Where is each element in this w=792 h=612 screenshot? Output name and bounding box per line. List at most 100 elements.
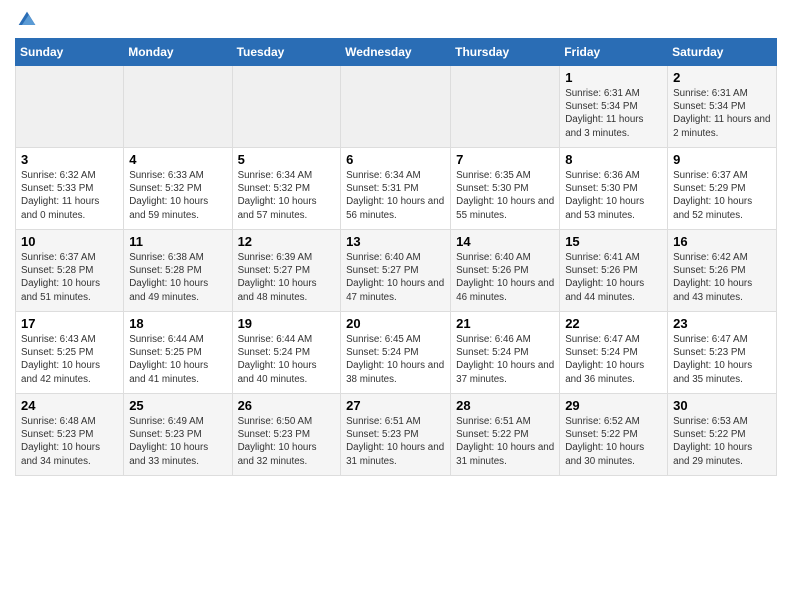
day-info: Sunrise: 6:34 AMSunset: 5:31 PMDaylight:… bbox=[346, 169, 445, 222]
day-info: Sunrise: 6:44 AMSunset: 5:24 PMDaylight:… bbox=[238, 333, 336, 386]
day-number: 5 bbox=[238, 152, 336, 167]
day-info: Sunrise: 6:39 AMSunset: 5:27 PMDaylight:… bbox=[238, 251, 336, 304]
day-info: Sunrise: 6:41 AMSunset: 5:26 PMDaylight:… bbox=[565, 251, 662, 304]
calendar-cell bbox=[451, 66, 560, 148]
day-number: 23 bbox=[673, 316, 771, 331]
calendar-cell bbox=[16, 66, 124, 148]
calendar-cell: 10Sunrise: 6:37 AMSunset: 5:28 PMDayligh… bbox=[16, 230, 124, 312]
calendar-cell: 5 Sunrise: 6:34 AMSunset: 5:32 PMDaylight… bbox=[232, 148, 341, 230]
calendar-week-row: 3 Sunrise: 6:32 AMSunset: 5:33 PMDaylight… bbox=[16, 148, 777, 230]
day-number: 15 bbox=[565, 234, 662, 249]
day-info: Sunrise: 6:53 AMSunset: 5:22 PMDaylight:… bbox=[673, 415, 771, 468]
calendar-cell: 1Sunrise: 6:31 AMSunset: 5:34 PMDaylight… bbox=[560, 66, 668, 148]
day-number: 19 bbox=[238, 316, 336, 331]
header-row: SundayMondayTuesdayWednesdayThursdayFrid… bbox=[16, 39, 777, 66]
calendar-cell bbox=[124, 66, 232, 148]
day-info: Sunrise: 6:45 AMSunset: 5:24 PMDaylight:… bbox=[346, 333, 445, 386]
calendar-cell: 8Sunrise: 6:36 AMSunset: 5:30 PMDaylight… bbox=[560, 148, 668, 230]
day-info: Sunrise: 6:47 AMSunset: 5:23 PMDaylight:… bbox=[673, 333, 771, 386]
day-number: 8 bbox=[565, 152, 662, 167]
day-number: 1 bbox=[565, 70, 662, 85]
day-info: Sunrise: 6:37 AMSunset: 5:29 PMDaylight:… bbox=[673, 169, 771, 222]
calendar-cell: 28 Sunrise: 6:51 AMSunset: 5:22 PMDayligh… bbox=[451, 394, 560, 476]
day-info: Sunrise: 6:50 AMSunset: 5:23 PMDaylight:… bbox=[238, 415, 336, 468]
day-info: Sunrise: 6:38 AMSunset: 5:28 PMDaylight:… bbox=[129, 251, 226, 304]
calendar-cell: 13 Sunrise: 6:40 AMSunset: 5:27 PMDayligh… bbox=[341, 230, 451, 312]
day-info: Sunrise: 6:31 AMSunset: 5:34 PMDaylight:… bbox=[673, 87, 771, 140]
day-number: 10 bbox=[21, 234, 118, 249]
calendar-cell: 21Sunrise: 6:46 AMSunset: 5:24 PMDayligh… bbox=[451, 312, 560, 394]
calendar-cell: 18 Sunrise: 6:44 AMSunset: 5:25 PMDayligh… bbox=[124, 312, 232, 394]
day-number: 4 bbox=[129, 152, 226, 167]
day-number: 18 bbox=[129, 316, 226, 331]
calendar-cell: 11Sunrise: 6:38 AMSunset: 5:28 PMDayligh… bbox=[124, 230, 232, 312]
calendar-cell: 14Sunrise: 6:40 AMSunset: 5:26 PMDayligh… bbox=[451, 230, 560, 312]
calendar-cell: 25 Sunrise: 6:49 AMSunset: 5:23 PMDayligh… bbox=[124, 394, 232, 476]
calendar-cell: 24 Sunrise: 6:48 AMSunset: 5:23 PMDayligh… bbox=[16, 394, 124, 476]
day-number: 2 bbox=[673, 70, 771, 85]
header bbox=[15, 10, 777, 30]
day-info: Sunrise: 6:52 AMSunset: 5:22 PMDaylight:… bbox=[565, 415, 662, 468]
day-info: Sunrise: 6:47 AMSunset: 5:24 PMDaylight:… bbox=[565, 333, 662, 386]
logo-icon bbox=[17, 10, 37, 30]
day-number: 13 bbox=[346, 234, 445, 249]
day-number: 22 bbox=[565, 316, 662, 331]
calendar-table: SundayMondayTuesdayWednesdayThursdayFrid… bbox=[15, 38, 777, 476]
calendar-cell: 15 Sunrise: 6:41 AMSunset: 5:26 PMDayligh… bbox=[560, 230, 668, 312]
calendar-cell bbox=[341, 66, 451, 148]
calendar-cell: 12 Sunrise: 6:39 AMSunset: 5:27 PMDayligh… bbox=[232, 230, 341, 312]
day-number: 29 bbox=[565, 398, 662, 413]
day-info: Sunrise: 6:34 AMSunset: 5:32 PMDaylight:… bbox=[238, 169, 336, 222]
calendar-week-row: 17 Sunrise: 6:43 AMSunset: 5:25 PMDayligh… bbox=[16, 312, 777, 394]
day-number: 24 bbox=[21, 398, 118, 413]
day-info: Sunrise: 6:44 AMSunset: 5:25 PMDaylight:… bbox=[129, 333, 226, 386]
day-info: Sunrise: 6:46 AMSunset: 5:24 PMDaylight:… bbox=[456, 333, 554, 386]
calendar-cell: 4 Sunrise: 6:33 AMSunset: 5:32 PMDaylight… bbox=[124, 148, 232, 230]
day-number: 30 bbox=[673, 398, 771, 413]
page-container: SundayMondayTuesdayWednesdayThursdayFrid… bbox=[0, 0, 792, 486]
day-info: Sunrise: 6:35 AMSunset: 5:30 PMDaylight:… bbox=[456, 169, 554, 222]
day-info: Sunrise: 6:51 AMSunset: 5:22 PMDaylight:… bbox=[456, 415, 554, 468]
calendar-cell: 2 Sunrise: 6:31 AMSunset: 5:34 PMDaylight… bbox=[668, 66, 777, 148]
header-day: Saturday bbox=[668, 39, 777, 66]
logo bbox=[15, 10, 37, 30]
header-day: Wednesday bbox=[341, 39, 451, 66]
calendar-cell: 30 Sunrise: 6:53 AMSunset: 5:22 PMDayligh… bbox=[668, 394, 777, 476]
day-number: 7 bbox=[456, 152, 554, 167]
day-number: 14 bbox=[456, 234, 554, 249]
calendar-cell: 22 Sunrise: 6:47 AMSunset: 5:24 PMDayligh… bbox=[560, 312, 668, 394]
calendar-cell: 19 Sunrise: 6:44 AMSunset: 5:24 PMDayligh… bbox=[232, 312, 341, 394]
day-info: Sunrise: 6:40 AMSunset: 5:27 PMDaylight:… bbox=[346, 251, 445, 304]
day-number: 28 bbox=[456, 398, 554, 413]
calendar-cell: 29 Sunrise: 6:52 AMSunset: 5:22 PMDayligh… bbox=[560, 394, 668, 476]
day-number: 12 bbox=[238, 234, 336, 249]
day-number: 6 bbox=[346, 152, 445, 167]
day-number: 20 bbox=[346, 316, 445, 331]
header-day: Thursday bbox=[451, 39, 560, 66]
calendar-week-row: 10Sunrise: 6:37 AMSunset: 5:28 PMDayligh… bbox=[16, 230, 777, 312]
day-number: 3 bbox=[21, 152, 118, 167]
calendar-cell: 20 Sunrise: 6:45 AMSunset: 5:24 PMDayligh… bbox=[341, 312, 451, 394]
day-info: Sunrise: 6:51 AMSunset: 5:23 PMDaylight:… bbox=[346, 415, 445, 468]
calendar-cell: 23 Sunrise: 6:47 AMSunset: 5:23 PMDayligh… bbox=[668, 312, 777, 394]
calendar-cell: 26 Sunrise: 6:50 AMSunset: 5:23 PMDayligh… bbox=[232, 394, 341, 476]
calendar-cell: 6 Sunrise: 6:34 AMSunset: 5:31 PMDaylight… bbox=[341, 148, 451, 230]
calendar-week-row: 24 Sunrise: 6:48 AMSunset: 5:23 PMDayligh… bbox=[16, 394, 777, 476]
day-number: 25 bbox=[129, 398, 226, 413]
day-number: 16 bbox=[673, 234, 771, 249]
calendar-cell: 7 Sunrise: 6:35 AMSunset: 5:30 PMDaylight… bbox=[451, 148, 560, 230]
day-info: Sunrise: 6:32 AMSunset: 5:33 PMDaylight:… bbox=[21, 169, 118, 222]
calendar-cell: 16Sunrise: 6:42 AMSunset: 5:26 PMDayligh… bbox=[668, 230, 777, 312]
day-number: 27 bbox=[346, 398, 445, 413]
day-info: Sunrise: 6:49 AMSunset: 5:23 PMDaylight:… bbox=[129, 415, 226, 468]
day-info: Sunrise: 6:33 AMSunset: 5:32 PMDaylight:… bbox=[129, 169, 226, 222]
day-number: 17 bbox=[21, 316, 118, 331]
header-day: Tuesday bbox=[232, 39, 341, 66]
calendar-cell: 9Sunrise: 6:37 AMSunset: 5:29 PMDaylight… bbox=[668, 148, 777, 230]
day-info: Sunrise: 6:48 AMSunset: 5:23 PMDaylight:… bbox=[21, 415, 118, 468]
calendar-cell: 17 Sunrise: 6:43 AMSunset: 5:25 PMDayligh… bbox=[16, 312, 124, 394]
header-day: Friday bbox=[560, 39, 668, 66]
day-number: 26 bbox=[238, 398, 336, 413]
calendar-cell bbox=[232, 66, 341, 148]
day-info: Sunrise: 6:43 AMSunset: 5:25 PMDaylight:… bbox=[21, 333, 118, 386]
